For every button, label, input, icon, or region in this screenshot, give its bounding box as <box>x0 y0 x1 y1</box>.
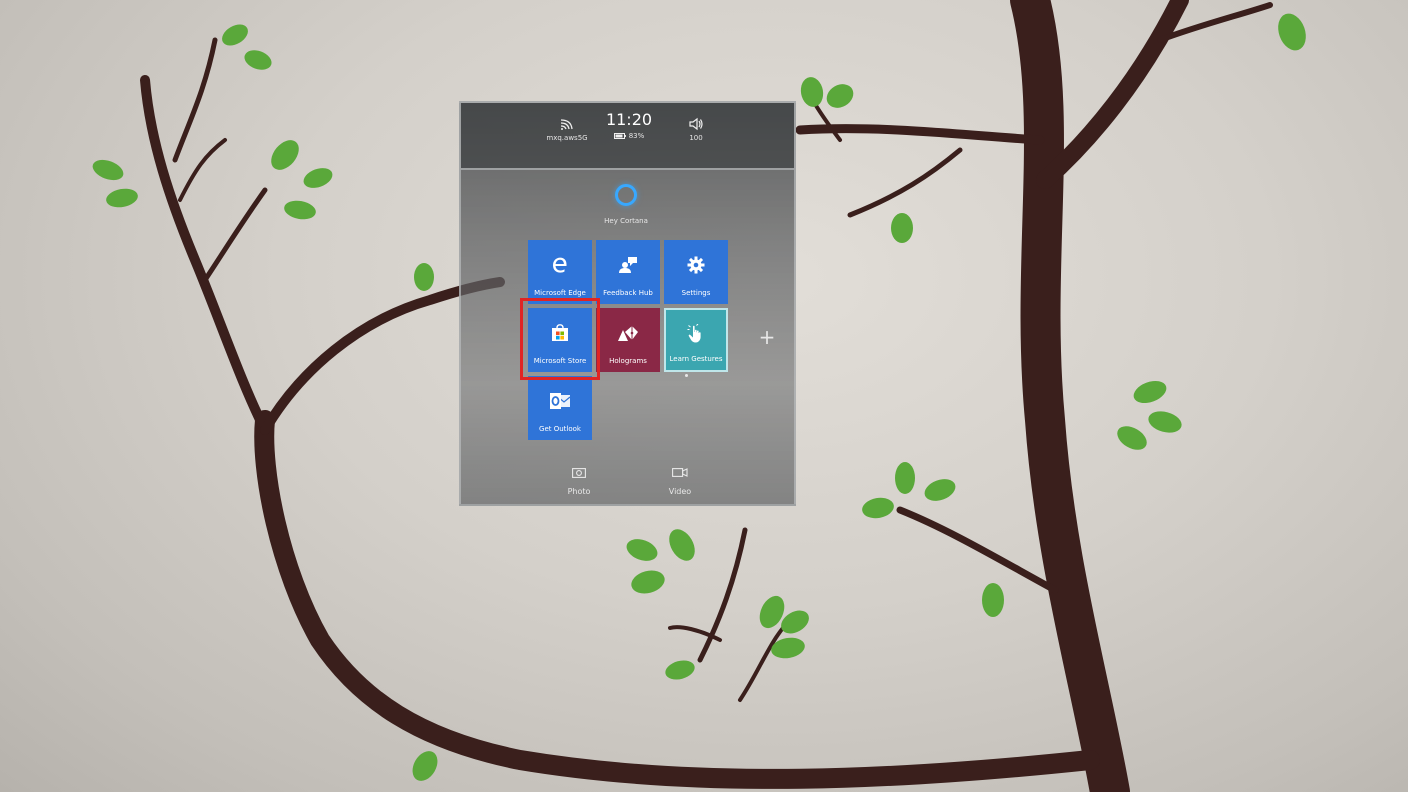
hand-tap-icon <box>687 324 701 343</box>
volume-status[interactable]: 100 <box>676 117 716 142</box>
leaf <box>1278 13 1306 51</box>
leaf <box>669 529 695 561</box>
leaf <box>924 479 956 501</box>
tile-feedback-hub[interactable]: Feedback Hub <box>596 240 660 304</box>
leaf <box>826 84 854 108</box>
video-label: Video <box>668 487 692 496</box>
leaf <box>244 50 272 70</box>
tile-microsoft-edge[interactable]: Microsoft Edge <box>528 240 592 304</box>
battery-icon <box>613 133 626 139</box>
trunk-branch-right <box>1036 0 1189 189</box>
leaf <box>631 570 665 594</box>
tile-settings[interactable]: Settings <box>664 240 728 304</box>
video-button[interactable]: Video <box>655 463 705 496</box>
feedback-icon <box>619 257 637 273</box>
focus-dot <box>685 374 688 377</box>
tile-label: Settings <box>681 289 711 297</box>
add-tile-button[interactable]: + <box>757 327 777 347</box>
photo-button[interactable]: Photo <box>554 463 604 496</box>
left-branch-up <box>172 37 218 163</box>
camera-scene: mxq.aws5G 11:20 83% 100 Hey Cortana Micr… <box>0 0 1408 792</box>
leaf <box>1133 380 1167 404</box>
battery-level: 83% <box>628 132 645 140</box>
leaf <box>271 140 299 170</box>
tile-label: Holograms <box>609 357 647 365</box>
leaf <box>284 200 316 220</box>
holograms-icon <box>618 326 638 341</box>
wifi-name: mxq.aws5G <box>546 134 588 142</box>
branch-left-fork <box>847 147 963 218</box>
status-bar: mxq.aws5G 11:20 83% 100 <box>461 103 794 170</box>
lower-branch <box>697 527 748 663</box>
selection-highlight <box>520 298 600 380</box>
tile-get-outlook[interactable]: Get Outlook <box>528 376 592 440</box>
wifi-status[interactable]: mxq.aws5G <box>536 117 598 142</box>
tile-label: Microsoft Edge <box>534 289 586 297</box>
clock-time: 11:20 <box>605 110 653 129</box>
tile-learn-gestures[interactable]: Learn Gestures <box>664 308 728 372</box>
tile-label: Feedback Hub <box>603 289 653 297</box>
left-tree-stem <box>140 75 270 435</box>
leaf <box>891 213 913 243</box>
leaf <box>982 583 1004 617</box>
left-branch-twig <box>178 138 227 202</box>
photo-label: Photo <box>567 487 591 496</box>
leaf <box>92 159 124 181</box>
speaker-icon <box>689 117 703 131</box>
lower-twig <box>738 618 792 702</box>
leaf <box>412 751 438 781</box>
leaf <box>665 660 695 680</box>
leaf <box>800 77 824 107</box>
leaf <box>1148 411 1182 433</box>
start-menu-panel: mxq.aws5G 11:20 83% 100 Hey Cortana Micr… <box>459 101 796 506</box>
volume-level: 100 <box>689 134 703 142</box>
wifi-icon <box>560 119 573 130</box>
cortana-label: Hey Cortana <box>604 217 648 225</box>
video-camera-icon <box>672 468 688 477</box>
cortana-ring-icon[interactable] <box>615 184 637 206</box>
leaf <box>222 24 248 46</box>
leaf <box>106 188 138 208</box>
leaf <box>1117 426 1147 450</box>
edge-icon <box>553 257 567 273</box>
outlook-icon <box>550 393 571 409</box>
tile-holograms[interactable]: Holograms <box>596 308 660 372</box>
branch-lower-right <box>896 506 1059 594</box>
leaf <box>414 263 434 291</box>
leaf <box>862 497 894 519</box>
left-branch-right <box>202 187 268 283</box>
tile-label: Learn Gestures <box>669 355 723 363</box>
leaf <box>303 168 333 188</box>
camera-icon <box>572 468 586 478</box>
leaf <box>895 462 915 494</box>
leaf <box>626 539 658 561</box>
clock-battery-status[interactable]: 11:20 83% <box>601 110 657 141</box>
tile-label: Get Outlook <box>539 425 581 433</box>
gear-icon <box>687 256 705 274</box>
